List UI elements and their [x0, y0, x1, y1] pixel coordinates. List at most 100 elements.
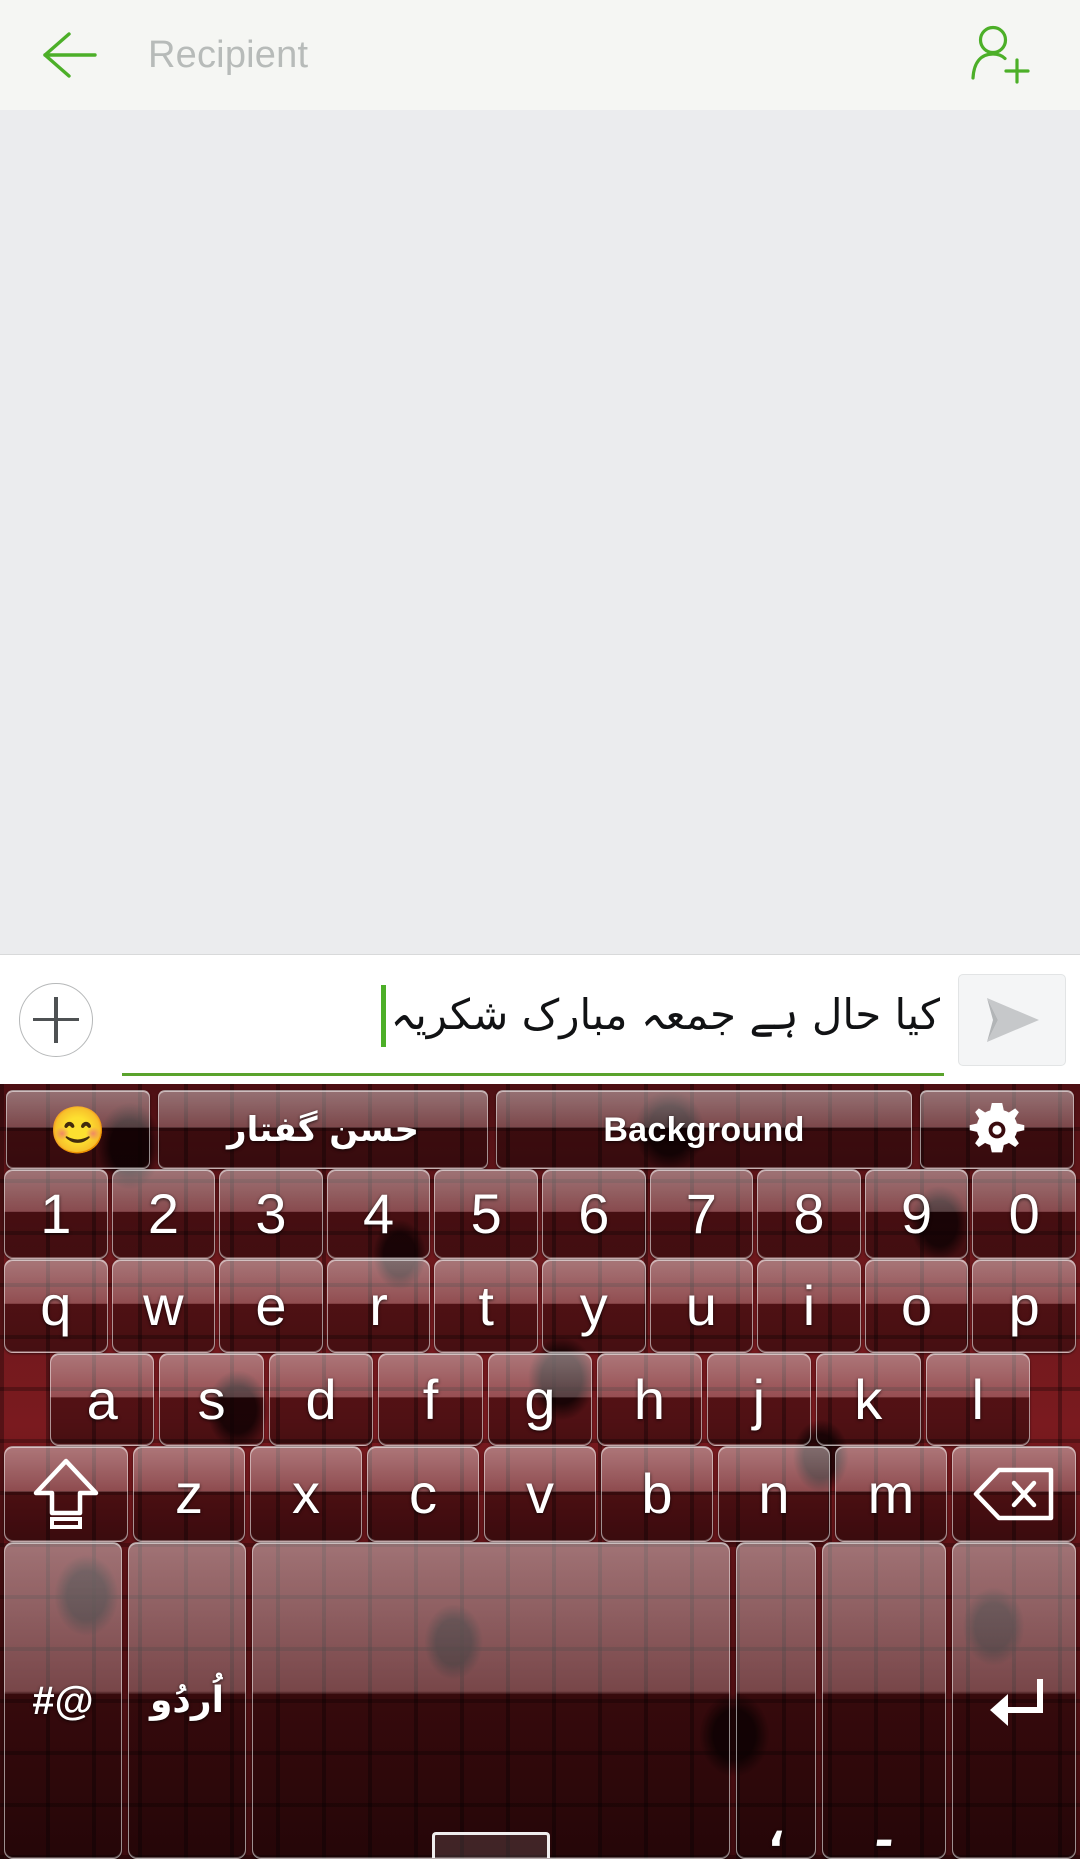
key-label: 2 — [147, 1182, 179, 1245]
comma-key[interactable]: ، — [736, 1542, 816, 1859]
key-label: y — [579, 1274, 608, 1337]
key-label: s — [197, 1367, 226, 1431]
enter-return-icon — [990, 1678, 1043, 1726]
add-contact-button[interactable] — [952, 10, 1048, 100]
key-e[interactable]: e — [219, 1259, 323, 1353]
key-n[interactable]: n — [718, 1446, 830, 1542]
key-i[interactable]: i — [757, 1259, 861, 1353]
key-label: d — [305, 1367, 337, 1431]
key-t[interactable]: t — [434, 1259, 538, 1353]
shift-arrow-icon — [33, 1458, 99, 1529]
plus-circle-icon — [19, 982, 93, 1057]
comma-key-label: ، — [766, 1794, 786, 1857]
key-z[interactable]: z — [133, 1446, 245, 1542]
background-key[interactable]: Background — [496, 1090, 912, 1169]
key-label: r — [369, 1274, 388, 1337]
key-9[interactable]: 9 — [864, 1169, 969, 1259]
keyboard-number-row: 1 2 3 4 5 6 7 8 9 0 — [0, 1169, 1080, 1259]
key-o[interactable]: o — [864, 1259, 969, 1353]
space-key[interactable] — [252, 1542, 730, 1859]
key-c[interactable]: c — [367, 1446, 479, 1542]
urdu-keyboard: 😊 حسن گفتار Background 1 2 3 4 5 6 7 8 9… — [0, 1084, 1080, 1859]
key-p[interactable]: p — [972, 1259, 1076, 1353]
key-q[interactable]: q — [4, 1259, 108, 1353]
settings-key[interactable] — [920, 1090, 1074, 1169]
key-x[interactable]: x — [250, 1446, 362, 1542]
key-4[interactable]: 4 — [326, 1169, 431, 1259]
key-b[interactable]: b — [601, 1446, 713, 1542]
keyboard-qwerty-row: q w e r t y u i o p — [0, 1259, 1080, 1353]
language-key[interactable]: اُردُو — [128, 1542, 246, 1859]
key-label: 0 — [1008, 1182, 1040, 1245]
key-5[interactable]: 5 — [434, 1169, 538, 1259]
key-j[interactable]: j — [706, 1353, 812, 1446]
message-input-bar: کیا حال ہے جمعہ مبارک شکریہ — [0, 954, 1080, 1084]
backspace-key[interactable] — [952, 1446, 1076, 1542]
key-w[interactable]: w — [111, 1259, 216, 1353]
key-label: 9 — [900, 1182, 933, 1245]
key-label: i — [802, 1274, 816, 1337]
conversation-area[interactable] — [0, 110, 1080, 954]
key-h[interactable]: h — [597, 1353, 702, 1446]
enter-key[interactable] — [952, 1542, 1076, 1859]
key-0[interactable]: 0 — [972, 1169, 1076, 1259]
key-u[interactable]: u — [649, 1259, 754, 1353]
key-k[interactable]: k — [816, 1353, 921, 1446]
send-arrow-icon — [987, 997, 1039, 1042]
key-label: 1 — [40, 1182, 72, 1245]
period-key[interactable]: ۔ — [822, 1542, 946, 1859]
message-compose-field[interactable]: کیا حال ہے جمعہ مبارک شکریہ — [120, 964, 944, 1076]
key-v[interactable]: v — [484, 1446, 596, 1542]
key-label: v — [526, 1462, 554, 1525]
compose-underline — [122, 1073, 944, 1076]
key-label: 3 — [255, 1182, 287, 1245]
key-a[interactable]: a — [50, 1353, 155, 1446]
background-key-label: Background — [603, 1110, 805, 1149]
key-g[interactable]: g — [487, 1353, 593, 1446]
key-8[interactable]: 8 — [757, 1169, 861, 1259]
key-d[interactable]: d — [268, 1353, 374, 1446]
keyboard-bottom-row: #@ اُردُو ، ۔ — [0, 1542, 1080, 1859]
key-l[interactable]: l — [925, 1353, 1030, 1446]
key-label: 5 — [470, 1182, 502, 1245]
key-m[interactable]: m — [835, 1446, 947, 1542]
key-label: z — [175, 1462, 203, 1525]
key-7[interactable]: 7 — [649, 1169, 754, 1259]
spacebar-icon — [432, 1832, 550, 1858]
key-label: x — [292, 1462, 320, 1525]
add-contact-icon — [971, 25, 1030, 84]
symbols-key-label: #@ — [32, 1678, 94, 1723]
keyboard-asdf-row: a s d f g h j k l — [0, 1353, 1080, 1446]
key-2[interactable]: 2 — [111, 1169, 216, 1259]
emoji-key[interactable]: 😊 — [6, 1090, 150, 1169]
send-button[interactable] — [958, 973, 1066, 1066]
app-header: Recipient — [0, 0, 1080, 110]
gear-icon — [969, 1102, 1025, 1152]
attach-button[interactable] — [10, 974, 102, 1066]
period-key-label: ۔ — [867, 1794, 901, 1857]
speech-key-label: حسن گفتار — [227, 1109, 419, 1150]
key-label: l — [971, 1367, 984, 1431]
shift-key[interactable] — [4, 1446, 128, 1542]
recipient-input[interactable]: Recipient — [112, 13, 952, 97]
key-3[interactable]: 3 — [219, 1169, 323, 1259]
key-label: o — [900, 1274, 933, 1337]
key-label: m — [867, 1462, 915, 1525]
key-label: k — [854, 1367, 883, 1431]
key-1[interactable]: 1 — [4, 1169, 108, 1259]
key-label: j — [752, 1367, 766, 1431]
symbols-key[interactable]: #@ — [4, 1542, 122, 1859]
key-f[interactable]: f — [378, 1353, 483, 1446]
key-r[interactable]: r — [326, 1259, 431, 1353]
key-6[interactable]: 6 — [541, 1169, 646, 1259]
key-label: p — [1008, 1274, 1040, 1337]
backspace-icon — [973, 1467, 1054, 1521]
keyboard-zxcv-row: z x c v b n m — [0, 1446, 1080, 1542]
key-label: b — [641, 1462, 673, 1525]
key-y[interactable]: y — [541, 1259, 646, 1353]
key-label: 4 — [363, 1182, 395, 1245]
key-s[interactable]: s — [159, 1353, 264, 1446]
back-button[interactable] — [28, 13, 112, 97]
speech-key[interactable]: حسن گفتار — [158, 1090, 488, 1169]
key-label: 8 — [793, 1182, 825, 1245]
